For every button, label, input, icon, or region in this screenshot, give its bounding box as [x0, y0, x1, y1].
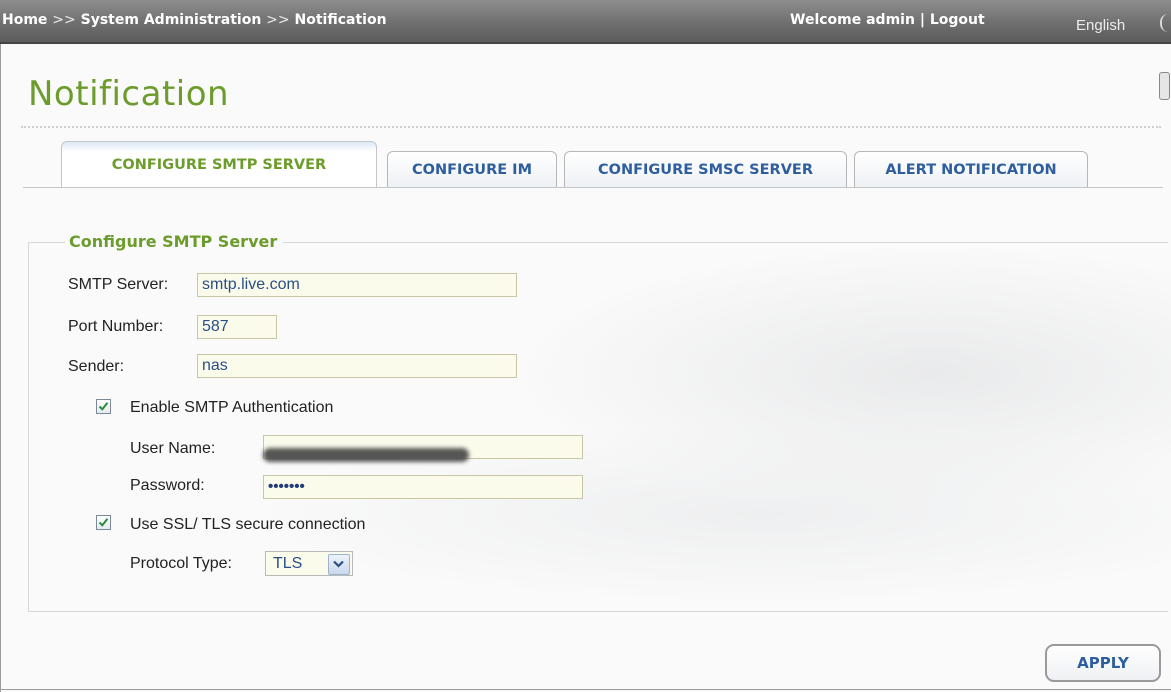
ssl-tls-checkbox[interactable] — [96, 515, 111, 530]
breadcrumb-notification: Notification — [294, 12, 387, 28]
content-area: Notification CONFIGURE SMTP SERVER CONFI… — [0, 44, 1171, 692]
password-dots: ••••••• — [268, 478, 305, 495]
apply-button[interactable]: APPLY — [1045, 644, 1161, 682]
smtp-server-label: SMTP Server: — [68, 276, 169, 293]
ssl-tls-label: Use SSL/ TLS secure connection — [130, 516, 366, 533]
breadcrumb: Home >> System Administration >> Notific… — [2, 12, 387, 28]
tab-label: CONFIGURE SMSC SERVER — [597, 161, 813, 178]
tab-alert-notification[interactable]: ALERT NOTIFICATION — [854, 151, 1088, 187]
enable-smtp-auth-label: Enable SMTP Authentication — [130, 399, 334, 416]
port-number-label: Port Number: — [68, 318, 164, 335]
protocol-type-label: Protocol Type: — [130, 555, 232, 572]
tab-label: CONFIGURE IM — [411, 161, 533, 178]
logout-link[interactable]: Logout — [930, 12, 985, 28]
tab-configure-smsc-server[interactable]: CONFIGURE SMSC SERVER — [564, 151, 847, 187]
tab-configure-smtp-server[interactable]: CONFIGURE SMTP SERVER — [61, 141, 377, 187]
port-number-input[interactable]: 587 — [197, 315, 277, 339]
redacted-username — [263, 448, 469, 462]
dropdown-button[interactable] — [328, 554, 350, 575]
breadcrumb-separator: >> — [52, 12, 76, 28]
password-input[interactable]: ••••••• — [263, 475, 583, 499]
breadcrumb-separator: >> — [266, 12, 290, 28]
bottom-border — [1, 689, 1171, 690]
tab-label: ALERT NOTIFICATION — [885, 161, 1057, 178]
checkmark-icon — [98, 402, 109, 411]
enable-smtp-auth-checkbox[interactable] — [96, 399, 111, 414]
scrollbar-handle[interactable] — [1159, 72, 1170, 100]
top-bar: Home >> System Administration >> Notific… — [0, 0, 1171, 44]
checkmark-icon — [98, 518, 109, 527]
title-divider — [21, 126, 1161, 128]
username-label: User Name: — [130, 440, 216, 457]
welcome-text: Welcome admin — [790, 12, 915, 28]
breadcrumb-system-administration[interactable]: System Administration — [81, 12, 262, 28]
breadcrumb-home[interactable]: Home — [2, 12, 47, 28]
chevron-down-icon — [333, 560, 344, 568]
tab-baseline — [23, 187, 1163, 188]
sender-label: Sender: — [68, 358, 125, 375]
user-divider: | — [919, 12, 925, 28]
user-area: Welcome admin | Logout — [790, 12, 985, 28]
protocol-type-value: TLS — [273, 555, 303, 572]
group-legend: Configure SMTP Server — [65, 232, 284, 251]
protocol-type-select[interactable]: TLS — [265, 551, 353, 576]
tab-configure-im[interactable]: CONFIGURE IM — [387, 151, 557, 187]
cut-off-icon — [1160, 14, 1171, 32]
language-selector[interactable]: English — [1076, 17, 1125, 34]
password-label: Password: — [130, 477, 205, 494]
smtp-server-input[interactable]: smtp.live.com — [197, 273, 517, 297]
page-title: Notification — [28, 74, 230, 114]
tab-label: CONFIGURE SMTP SERVER — [111, 156, 327, 173]
sender-input[interactable]: nas — [197, 354, 517, 378]
